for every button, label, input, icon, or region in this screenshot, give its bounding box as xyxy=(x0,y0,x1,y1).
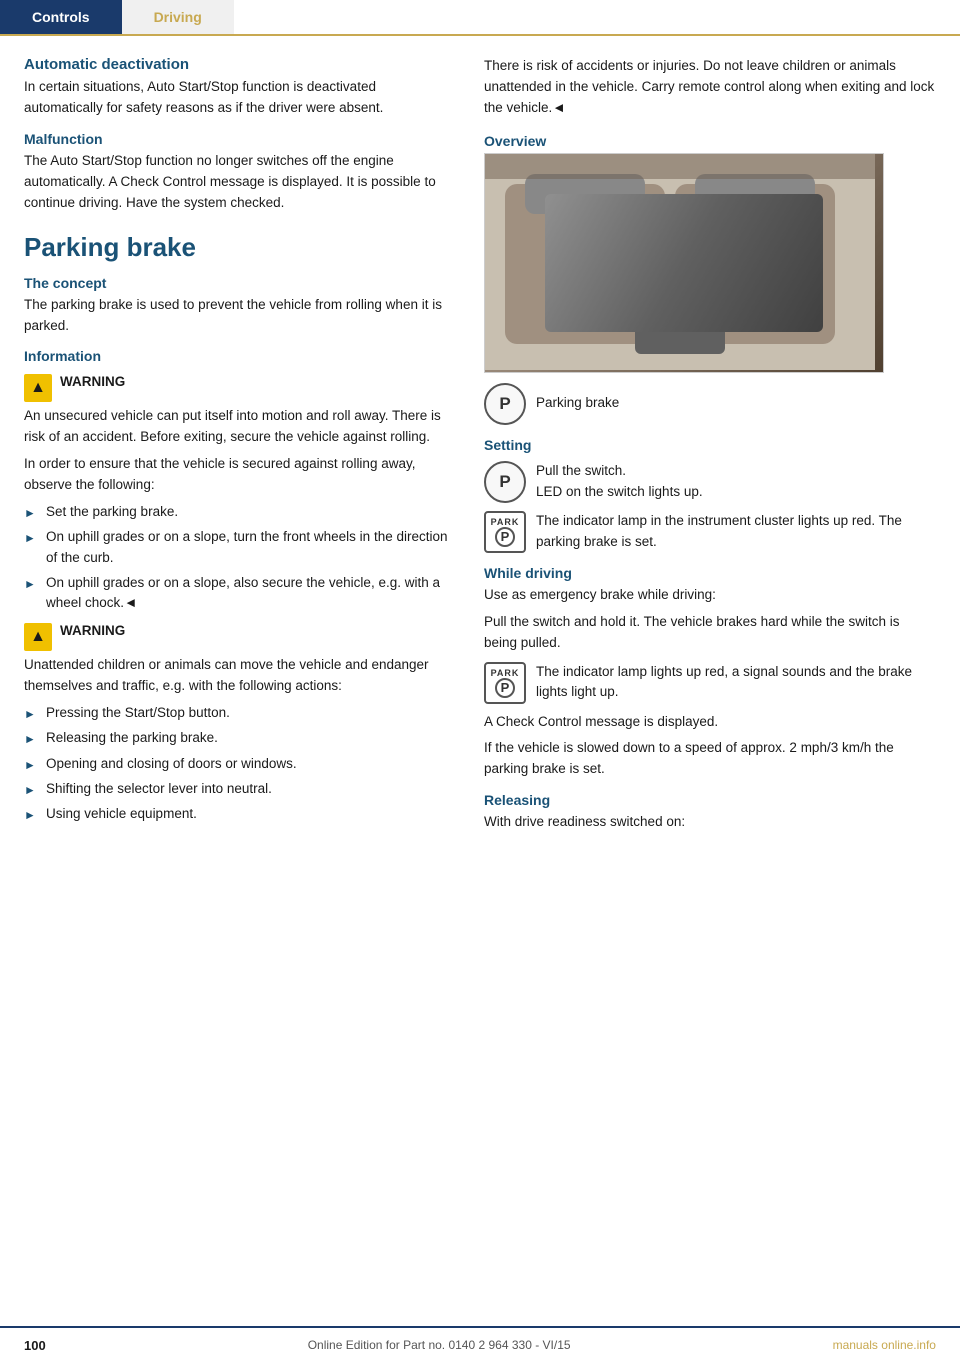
top-navigation: Controls Driving xyxy=(0,0,960,36)
park-indicator-icon-2: PARK P xyxy=(484,662,526,704)
warning-block-1: ▲ WARNING xyxy=(24,372,454,402)
footer-page-number: 100 xyxy=(24,1338,46,1353)
list-item: ► Opening and closing of doors or window… xyxy=(24,754,454,774)
setting-steps: Pull the switch. LED on the switch light… xyxy=(536,461,703,503)
setting-p-icon: P xyxy=(484,461,526,503)
while-driving-heading: While driving xyxy=(484,565,936,581)
warning2-body: Unattended children or animals can move … xyxy=(24,655,454,697)
malfunction-heading: Malfunction xyxy=(24,131,454,147)
right-intro-text: There is risk of accidents or injuries. … xyxy=(484,56,936,119)
bullet-text: On uphill grades or on a slope, also sec… xyxy=(46,573,454,614)
setting-info-row: PARK P The indicator lamp in the instrum… xyxy=(484,511,936,553)
list-item: ► Shifting the selector lever into neutr… xyxy=(24,779,454,799)
parking-brake-p-icon: P xyxy=(484,383,526,425)
bullet-text: On uphill grades or on a slope, turn the… xyxy=(46,527,454,568)
setting-step2: LED on the switch lights up. xyxy=(536,482,703,503)
bullet-arrow-icon: ► xyxy=(24,575,38,593)
while-driving-body1: Use as emergency brake while driving: xyxy=(484,585,936,606)
warning1-body: An unsecured vehicle can put itself into… xyxy=(24,406,454,448)
the-concept-body: The parking brake is used to prevent the… xyxy=(24,295,454,337)
releasing-body: With drive readiness switched on: xyxy=(484,812,936,833)
list-item: ► On uphill grades or on a slope, turn t… xyxy=(24,527,454,568)
warning-block-2: ▲ WARNING xyxy=(24,621,454,651)
information-heading: Information xyxy=(24,348,454,364)
footer-logo: manuals online.info xyxy=(833,1338,936,1352)
car-interior-svg xyxy=(485,154,875,370)
warning-text-1: WARNING xyxy=(60,372,125,392)
auto-deactivation-heading: Automatic deactivation xyxy=(24,56,454,73)
tab-controls[interactable]: Controls xyxy=(0,0,122,34)
while-driving-body3: A Check Control message is displayed. xyxy=(484,712,936,733)
bullet-arrow-icon: ► xyxy=(24,806,38,824)
parking-brake-icon-label: Parking brake xyxy=(536,393,619,414)
releasing-heading: Releasing xyxy=(484,792,936,808)
bullet-list-2: ► Pressing the Start/Stop button. ► Rele… xyxy=(24,703,454,824)
bullet-text: Shifting the selector lever into neutral… xyxy=(46,779,272,799)
the-concept-heading: The concept xyxy=(24,275,454,291)
warning-text-2: WARNING xyxy=(60,621,125,641)
bullet-arrow-icon: ► xyxy=(24,529,38,547)
warning-icon-2: ▲ xyxy=(24,623,52,651)
footer-info-text: Online Edition for Part no. 0140 2 964 3… xyxy=(308,1338,571,1352)
setting-step1: Pull the switch. xyxy=(536,461,703,482)
tab-controls-label: Controls xyxy=(32,9,90,25)
auto-deactivation-body: In certain situations, Auto Start/Stop f… xyxy=(24,77,454,119)
park-text-2: PARK xyxy=(491,668,520,678)
list-item: ► Pressing the Start/Stop button. xyxy=(24,703,454,723)
bullet-text: Opening and closing of doors or windows. xyxy=(46,754,297,774)
bullet-arrow-icon: ► xyxy=(24,781,38,799)
in-order-text: In order to ensure that the vehicle is s… xyxy=(24,454,454,496)
park-indicator-icon: PARK P xyxy=(484,511,526,553)
list-item: ► On uphill grades or on a slope, also s… xyxy=(24,573,454,614)
bullet-arrow-icon: ► xyxy=(24,730,38,748)
list-item: ► Using vehicle equipment. xyxy=(24,804,454,824)
while-driving-info-row: PARK P The indicator lamp lights up red,… xyxy=(484,662,936,704)
car-interior-image xyxy=(484,153,884,373)
footer: 100 Online Edition for Part no. 0140 2 9… xyxy=(0,1326,960,1362)
park-text: PARK xyxy=(491,517,520,527)
bullet-text: Releasing the parking brake. xyxy=(46,728,218,748)
warning-label-2: WARNING xyxy=(60,623,125,638)
list-item: ► Releasing the parking brake. xyxy=(24,728,454,748)
setting-heading: Setting xyxy=(484,437,936,453)
left-column: Automatic deactivation In certain situat… xyxy=(24,56,454,839)
while-driving-body4: If the vehicle is slowed down to a speed… xyxy=(484,738,936,780)
bullet-arrow-icon: ► xyxy=(24,756,38,774)
tab-driving[interactable]: Driving xyxy=(122,0,234,34)
bullet-list-1: ► Set the parking brake. ► On uphill gra… xyxy=(24,502,454,613)
parking-brake-icon-row: P Parking brake xyxy=(484,383,936,425)
bullet-text: Using vehicle equipment. xyxy=(46,804,197,824)
setting-info: The indicator lamp in the instrument clu… xyxy=(536,511,936,553)
park-p-circle: P xyxy=(495,527,515,547)
bullet-text: Pressing the Start/Stop button. xyxy=(46,703,230,723)
warning-icon-1: ▲ xyxy=(24,374,52,402)
list-item: ► Set the parking brake. xyxy=(24,502,454,522)
while-driving-info: The indicator lamp lights up red, a sign… xyxy=(536,662,936,704)
malfunction-body: The Auto Start/Stop function no longer s… xyxy=(24,151,454,214)
car-interior-illustration xyxy=(485,154,883,372)
park-p-circle-2: P xyxy=(495,678,515,698)
tab-driving-label: Driving xyxy=(154,9,202,25)
setting-step1-row: P Pull the switch. LED on the switch lig… xyxy=(484,461,936,503)
right-column: There is risk of accidents or injuries. … xyxy=(484,56,936,839)
while-driving-body2: Pull the switch and hold it. The vehicle… xyxy=(484,612,936,654)
parking-brake-heading: Parking brake xyxy=(24,232,454,263)
overview-heading: Overview xyxy=(484,133,936,149)
main-content: Automatic deactivation In certain situat… xyxy=(0,36,960,859)
bullet-text: Set the parking brake. xyxy=(46,502,178,522)
warning-label-1: WARNING xyxy=(60,374,125,389)
bullet-arrow-icon: ► xyxy=(24,705,38,723)
bullet-arrow-icon: ► xyxy=(24,504,38,522)
